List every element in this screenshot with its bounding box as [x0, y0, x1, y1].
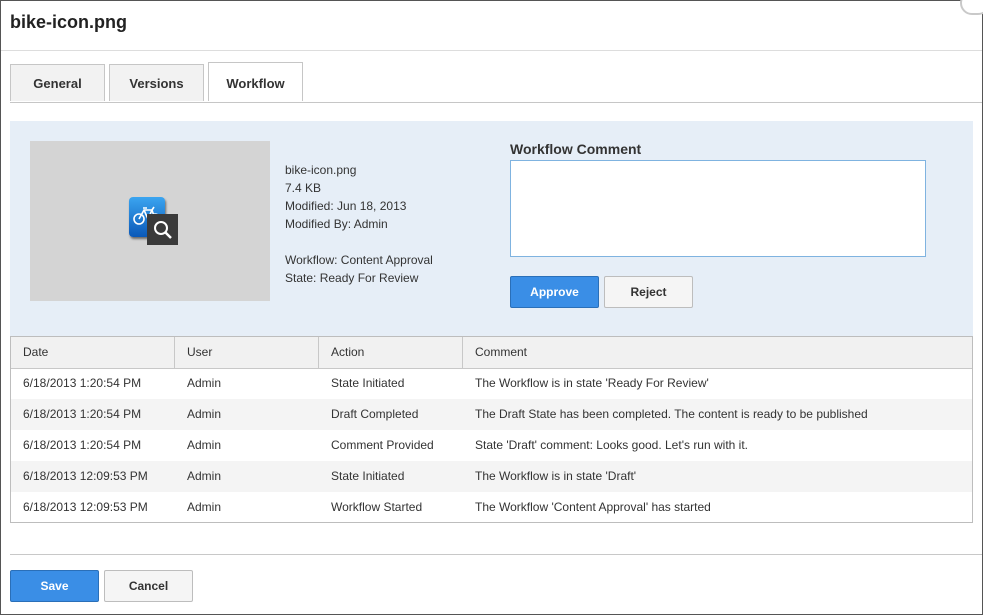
cell-date: 6/18/2013 12:09:53 PM	[23, 500, 148, 514]
file-modified-by: Modified By: Admin	[285, 217, 388, 231]
magnifier-icon[interactable]	[147, 214, 178, 245]
cell-comment: The Workflow is in state 'Draft'	[475, 469, 637, 483]
title-divider	[1, 50, 982, 51]
column-action[interactable]: Action	[319, 337, 463, 368]
cell-comment: State 'Draft' comment: Looks good. Let's…	[475, 438, 748, 452]
cell-action: Comment Provided	[331, 438, 434, 452]
cell-comment: The Workflow 'Content Approval' has star…	[475, 500, 711, 514]
cell-comment: The Workflow is in state 'Ready For Revi…	[475, 376, 709, 390]
file-workflow: Workflow: Content Approval	[285, 253, 433, 267]
workflow-comment-input[interactable]	[510, 160, 926, 257]
cell-date: 6/18/2013 1:20:54 PM	[23, 407, 142, 421]
cell-action: State Initiated	[331, 469, 405, 483]
table-row[interactable]: 6/18/2013 1:20:54 PM Admin Comment Provi…	[11, 430, 972, 461]
save-button[interactable]: Save	[10, 570, 99, 602]
tab-workflow[interactable]: Workflow	[208, 62, 303, 101]
column-date[interactable]: Date	[11, 337, 175, 368]
tab-bar: General Versions Workflow	[10, 62, 982, 103]
cell-date: 6/18/2013 1:20:54 PM	[23, 438, 142, 452]
file-size: 7.4 KB	[285, 181, 322, 195]
file-state: State: Ready For Review	[285, 271, 419, 285]
file-details: bike-icon.png 7.4 KB Modified: Jun 18, 2…	[285, 161, 433, 287]
file-thumbnail[interactable]	[30, 141, 270, 301]
table-row[interactable]: 6/18/2013 12:09:53 PM Admin Workflow Sta…	[11, 492, 972, 523]
column-comment[interactable]: Comment	[463, 337, 972, 368]
cell-user: Admin	[187, 500, 222, 514]
cancel-button[interactable]: Cancel	[104, 570, 193, 602]
dialog-title: bike-icon.png	[10, 12, 127, 32]
close-icon[interactable]	[960, 0, 983, 15]
tab-versions[interactable]: Versions	[109, 64, 204, 101]
cell-user: Admin	[187, 469, 222, 483]
table-row[interactable]: 6/18/2013 1:20:54 PM Admin State Initiat…	[11, 368, 972, 399]
cell-comment: The Draft State has been completed. The …	[475, 407, 868, 421]
cell-user: Admin	[187, 376, 222, 390]
workflow-comment-label: Workflow Comment	[510, 141, 642, 157]
tab-general[interactable]: General	[10, 64, 105, 101]
table-header: Date User Action Comment	[11, 337, 972, 369]
cell-date: 6/18/2013 12:09:53 PM	[23, 469, 148, 483]
cell-action: State Initiated	[331, 376, 405, 390]
column-user[interactable]: User	[175, 337, 319, 368]
workflow-history-table: Date User Action Comment 6/18/2013 1:20:…	[10, 336, 973, 523]
footer-divider	[10, 554, 982, 555]
workflow-panel: bike-icon.png 7.4 KB Modified: Jun 18, 2…	[10, 121, 973, 336]
cell-action: Workflow Started	[331, 500, 423, 514]
cell-action: Draft Completed	[331, 407, 419, 421]
cell-date: 6/18/2013 1:20:54 PM	[23, 376, 142, 390]
table-row[interactable]: 6/18/2013 1:20:54 PM Admin Draft Complet…	[11, 399, 972, 430]
file-name: bike-icon.png	[285, 163, 357, 177]
cell-user: Admin	[187, 438, 222, 452]
reject-button[interactable]: Reject	[604, 276, 693, 308]
cell-user: Admin	[187, 407, 222, 421]
approve-button[interactable]: Approve	[510, 276, 599, 308]
table-row[interactable]: 6/18/2013 12:09:53 PM Admin State Initia…	[11, 461, 972, 492]
file-modified: Modified: Jun 18, 2013	[285, 199, 407, 213]
dialog: bike-icon.png General Versions Workflow	[0, 0, 983, 615]
